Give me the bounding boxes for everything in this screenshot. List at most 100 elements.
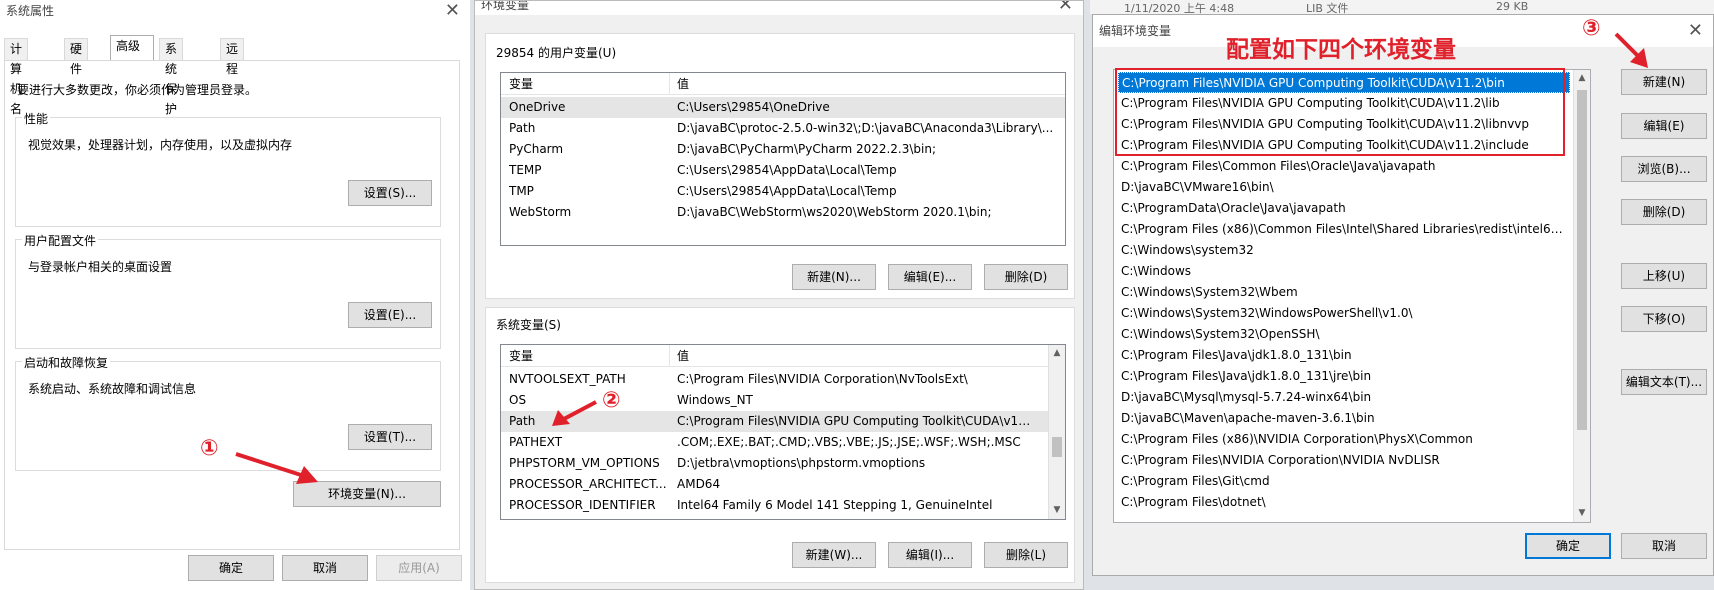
instruction-banner: 配置如下四个环境变量 (1226, 37, 1456, 63)
step1-marker: ① (200, 436, 219, 461)
path-entry[interactable]: C:\Program Files\NVIDIA Corporation\NVID… (1118, 450, 1570, 471)
path-edit-button[interactable]: 编辑(E) (1621, 113, 1707, 139)
system-properties-titlebar: 系统属性 ✕ (0, 0, 470, 28)
scroll-thumb[interactable] (1052, 437, 1062, 457)
file-size: 29 KB (1496, 0, 1529, 13)
variable-value: AMD64 (677, 477, 721, 491)
ok-button[interactable]: 确定 (188, 555, 274, 581)
table-row[interactable]: TEMP C:\Users\29854\AppData\Local\Temp (501, 160, 1065, 181)
user-profile-settings-button[interactable]: 设置(E)... (348, 302, 432, 328)
variable-name: TEMP (509, 163, 542, 177)
variable-name: PROCESSOR_IDENTIFIER (509, 498, 656, 512)
user-profile-desc: 与登录帐户相关的桌面设置 (28, 260, 173, 274)
cancel-button[interactable]: 取消 (282, 555, 368, 581)
user-edit-button[interactable]: 编辑(E)... (888, 264, 972, 290)
explorer-background: 1/11/2020 上午 4:48 LIB 文件 29 KB (1090, 0, 1714, 15)
performance-settings-button[interactable]: 设置(S)... (348, 180, 432, 206)
path-entry[interactable]: C:\Program Files\Java\jdk1.8.0_131\bin (1118, 345, 1570, 366)
step1-arrow-icon (235, 452, 318, 484)
system-delete-button[interactable]: 删除(L) (984, 542, 1068, 568)
path-entry[interactable]: C:\Windows\System32\OpenSSH\ (1118, 324, 1570, 345)
path-entry[interactable]: D:\javaBC\Mysql\mysql-5.7.24-winx64\bin (1118, 387, 1570, 408)
path-new-button[interactable]: 新建(N) (1621, 69, 1707, 95)
column-value[interactable]: 值 (677, 345, 689, 367)
path-entry[interactable]: C:\Windows\System32\Wbem (1118, 282, 1570, 303)
variable-name: NVTOOLSEXT_PATH (509, 372, 626, 386)
scroll-up-icon[interactable]: ▲ (1574, 70, 1590, 87)
column-variable[interactable]: 变量 (509, 73, 533, 95)
startup-settings-button[interactable]: 设置(T)... (348, 424, 432, 450)
path-entry[interactable]: D:\javaBC\Maven\apache-maven-3.6.1\bin (1118, 408, 1570, 429)
highlight-box (1115, 68, 1565, 156)
table-row[interactable]: Path D:\javaBC\protoc-2.5.0-win32\;D:\jav… (501, 118, 1065, 139)
close-icon[interactable]: ✕ (1058, 1, 1073, 14)
table-row[interactable]: PROCESSOR_IDENTIFIER Intel64 Family 6 Mod… (501, 495, 1065, 516)
scroll-down-icon[interactable]: ▼ (1049, 502, 1065, 519)
scroll-thumb[interactable] (1577, 90, 1587, 430)
system-edit-button[interactable]: 编辑(I)... (888, 542, 972, 568)
tab-system-protection[interactable]: 系统保护 (159, 38, 184, 116)
scroll-up-icon[interactable]: ▲ (1049, 345, 1065, 362)
variable-value: .COM;.EXE;.BAT;.CMD;.VBS;.VBE;.JS;.JSE;.… (677, 435, 1021, 449)
path-entry[interactable]: C:\Windows (1118, 261, 1570, 282)
tab-advanced[interactable]: 高级 (110, 35, 154, 61)
tab-hardware[interactable]: 硬件 (64, 38, 89, 76)
edit-ok-button[interactable]: 确定 (1525, 533, 1611, 559)
variable-name: PHPSTORM_VM_OPTIONS (509, 456, 660, 470)
apply-button[interactable]: 应用(A) (376, 555, 462, 581)
user-new-button[interactable]: 新建(N)... (792, 264, 876, 290)
path-entry[interactable]: C:\Program Files\dotnet\ (1118, 492, 1570, 513)
startup-recovery-group: 启动和故障恢复 系统启动、系统故障和调试信息 设置(T)... (15, 354, 441, 471)
step3-marker: ③ (1582, 16, 1601, 41)
system-vars-scrollbar[interactable]: ▲ ▼ (1048, 345, 1065, 519)
step3-arrow-icon (1614, 32, 1648, 68)
path-move-up-button[interactable]: 上移(U) (1621, 263, 1707, 289)
variable-name: WebStorm (509, 205, 572, 219)
close-icon[interactable]: ✕ (1688, 15, 1703, 47)
variable-value: C:\Users\29854\OneDrive (677, 100, 830, 114)
path-entry[interactable]: C:\Windows\System32\WindowsPowerShell\v1… (1118, 303, 1570, 324)
environment-variables-window: 环境变量 ✕ 29854 的用户变量(U) 变量 值 OneDrive C:\Us… (474, 0, 1084, 590)
path-entry[interactable]: C:\Program Files (x86)\NVIDIA Corporatio… (1118, 429, 1570, 450)
path-entry[interactable]: C:\Program Files\Git\cmd (1118, 471, 1570, 492)
tab-computer-name[interactable]: 计算机名 (4, 38, 29, 116)
table-row[interactable]: PROCESSOR_ARCHITECT... AMD64 (501, 474, 1065, 495)
column-variable[interactable]: 变量 (509, 345, 533, 367)
table-row[interactable]: WebStorm D:\javaBC\WebStorm\ws2020\WebSto… (501, 202, 1065, 223)
variable-value: C:\Users\29854\AppData\Local\Temp (677, 163, 897, 177)
user-delete-button[interactable]: 删除(D) (984, 264, 1068, 290)
table-row[interactable]: TMP C:\Users\29854\AppData\Local\Temp (501, 181, 1065, 202)
table-row[interactable]: NVTOOLSEXT_PATH C:\Program Files\NVIDIA C… (501, 369, 1065, 390)
path-delete-button[interactable]: 删除(D) (1621, 199, 1707, 225)
path-edit-text-button[interactable]: 编辑文本(T)... (1621, 369, 1707, 395)
performance-desc: 视觉效果，处理器计划，内存使用，以及虚拟内存 (28, 138, 293, 152)
path-browse-button[interactable]: 浏览(B)... (1621, 156, 1707, 182)
system-new-button[interactable]: 新建(W)... (792, 542, 876, 568)
path-entry[interactable]: C:\Windows\system32 (1118, 240, 1570, 261)
path-entry[interactable]: C:\Program Files\Common Files\Oracle\Jav… (1118, 156, 1570, 177)
step2-arrow-icon (552, 400, 597, 426)
window-title: 环境变量 (481, 0, 530, 12)
variable-value: C:\Program Files\NVIDIA Corporation\NvTo… (677, 372, 968, 386)
close-icon[interactable]: ✕ (445, 0, 460, 22)
variable-name: PATHEXT (509, 435, 563, 449)
table-row[interactable]: PHPSTORM_VM_OPTIONS D:\jetbra\vmoptions\p… (501, 453, 1065, 474)
path-entry[interactable]: C:\Program Files (x86)\Common Files\Inte… (1118, 219, 1570, 240)
window-title: 系统属性 (6, 4, 55, 18)
user-profile-group: 用户配置文件 与登录帐户相关的桌面设置 设置(E)... (15, 232, 441, 349)
column-value[interactable]: 值 (677, 73, 689, 95)
variable-name: Path (509, 121, 536, 135)
path-entry[interactable]: C:\Program Files\Java\jdk1.8.0_131\jre\b… (1118, 366, 1570, 387)
tab-remote[interactable]: 远程 (220, 38, 245, 76)
variable-value: D:\javaBC\PyCharm\PyCharm 2022.2.3\bin; (677, 142, 937, 156)
table-row[interactable]: OneDrive C:\Users\29854\OneDrive (501, 97, 1065, 118)
edit-cancel-button[interactable]: 取消 (1621, 533, 1707, 559)
path-list-scrollbar[interactable]: ▲ ▼ (1573, 70, 1590, 522)
table-row[interactable]: PyCharm D:\javaBC\PyCharm\PyCharm 2022.2.… (501, 139, 1065, 160)
table-row[interactable]: PATHEXT .COM;.EXE;.BAT;.CMD;.VBS;.VBE;.JS… (501, 432, 1065, 453)
path-entry[interactable]: C:\ProgramData\Oracle\Java\javapath (1118, 198, 1570, 219)
path-entry[interactable]: D:\javaBC\VMware16\bin\ (1118, 177, 1570, 198)
path-move-down-button[interactable]: 下移(O) (1621, 306, 1707, 332)
scroll-down-icon[interactable]: ▼ (1574, 505, 1590, 522)
variable-value: C:\Program Files\NVIDIA GPU Computing To… (677, 414, 1037, 428)
